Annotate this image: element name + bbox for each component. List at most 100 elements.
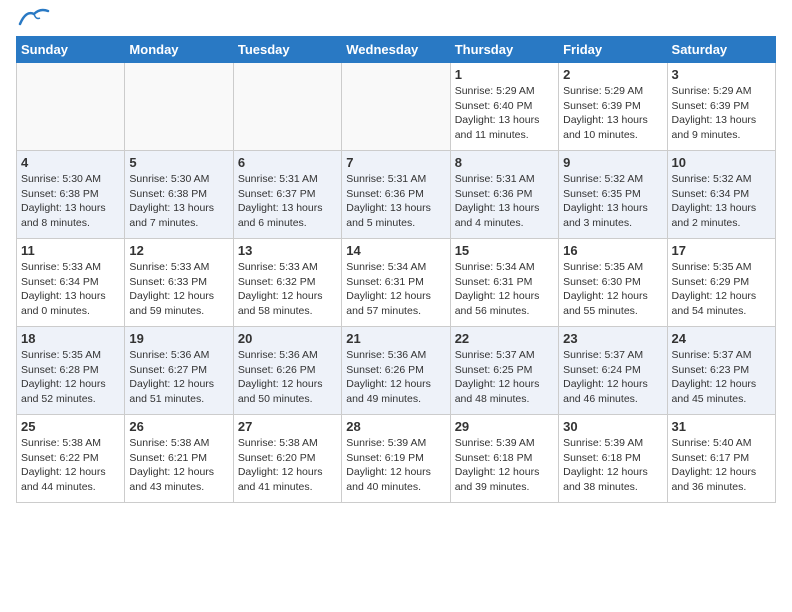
day-number: 9	[563, 155, 662, 170]
day-info: Sunrise: 5:37 AM Sunset: 6:25 PM Dayligh…	[455, 348, 554, 407]
day-info: Sunrise: 5:39 AM Sunset: 6:19 PM Dayligh…	[346, 436, 445, 495]
col-header-tuesday: Tuesday	[233, 37, 341, 63]
calendar-cell: 31 Sunrise: 5:40 AM Sunset: 6:17 PM Dayli…	[667, 415, 775, 503]
day-info: Sunrise: 5:39 AM Sunset: 6:18 PM Dayligh…	[563, 436, 662, 495]
day-number: 30	[563, 419, 662, 434]
day-info: Sunrise: 5:32 AM Sunset: 6:34 PM Dayligh…	[672, 172, 771, 231]
day-number: 21	[346, 331, 445, 346]
day-number: 28	[346, 419, 445, 434]
day-number: 11	[21, 243, 120, 258]
calendar-cell: 27 Sunrise: 5:38 AM Sunset: 6:20 PM Dayli…	[233, 415, 341, 503]
day-info: Sunrise: 5:29 AM Sunset: 6:39 PM Dayligh…	[563, 84, 662, 143]
day-number: 5	[129, 155, 228, 170]
calendar-cell: 4 Sunrise: 5:30 AM Sunset: 6:38 PM Daylig…	[17, 151, 125, 239]
calendar-cell: 28 Sunrise: 5:39 AM Sunset: 6:19 PM Dayli…	[342, 415, 450, 503]
day-number: 4	[21, 155, 120, 170]
day-info: Sunrise: 5:34 AM Sunset: 6:31 PM Dayligh…	[455, 260, 554, 319]
day-info: Sunrise: 5:31 AM Sunset: 6:37 PM Dayligh…	[238, 172, 337, 231]
calendar-week-row: 18 Sunrise: 5:35 AM Sunset: 6:28 PM Dayli…	[17, 327, 776, 415]
calendar-week-row: 4 Sunrise: 5:30 AM Sunset: 6:38 PM Daylig…	[17, 151, 776, 239]
day-number: 20	[238, 331, 337, 346]
day-info: Sunrise: 5:29 AM Sunset: 6:40 PM Dayligh…	[455, 84, 554, 143]
calendar-cell: 10 Sunrise: 5:32 AM Sunset: 6:34 PM Dayli…	[667, 151, 775, 239]
calendar-cell	[342, 63, 450, 151]
day-info: Sunrise: 5:38 AM Sunset: 6:20 PM Dayligh…	[238, 436, 337, 495]
day-number: 19	[129, 331, 228, 346]
day-number: 18	[21, 331, 120, 346]
col-header-sunday: Sunday	[17, 37, 125, 63]
day-number: 23	[563, 331, 662, 346]
calendar-week-row: 25 Sunrise: 5:38 AM Sunset: 6:22 PM Dayli…	[17, 415, 776, 503]
day-info: Sunrise: 5:30 AM Sunset: 6:38 PM Dayligh…	[21, 172, 120, 231]
day-info: Sunrise: 5:35 AM Sunset: 6:28 PM Dayligh…	[21, 348, 120, 407]
calendar-cell: 7Sunrise: 5:31 AM Sunset: 6:36 PM Daylig…	[342, 151, 450, 239]
day-number: 31	[672, 419, 771, 434]
day-number: 10	[672, 155, 771, 170]
calendar-cell: 30 Sunrise: 5:39 AM Sunset: 6:18 PM Dayli…	[559, 415, 667, 503]
calendar-cell: 14 Sunrise: 5:34 AM Sunset: 6:31 PM Dayli…	[342, 239, 450, 327]
calendar-cell: 9 Sunrise: 5:32 AM Sunset: 6:35 PM Daylig…	[559, 151, 667, 239]
calendar-cell: 6 Sunrise: 5:31 AM Sunset: 6:37 PM Daylig…	[233, 151, 341, 239]
calendar-cell: 24 Sunrise: 5:37 AM Sunset: 6:23 PM Dayli…	[667, 327, 775, 415]
calendar-body: 1 Sunrise: 5:29 AM Sunset: 6:40 PM Daylig…	[17, 63, 776, 503]
day-info: Sunrise: 5:31 AM Sunset: 6:36 PM Dayligh…	[455, 172, 554, 231]
day-info: Sunrise: 5:35 AM Sunset: 6:29 PM Dayligh…	[672, 260, 771, 319]
day-number: 6	[238, 155, 337, 170]
col-header-thursday: Thursday	[450, 37, 558, 63]
calendar-cell: 11Sunrise: 5:33 AM Sunset: 6:34 PM Dayli…	[17, 239, 125, 327]
calendar-cell: 13 Sunrise: 5:33 AM Sunset: 6:32 PM Dayli…	[233, 239, 341, 327]
day-info: Sunrise: 5:31 AM Sunset: 6:36 PM Dayligh…	[346, 172, 445, 231]
day-number: 24	[672, 331, 771, 346]
logo-bird-icon	[18, 6, 50, 28]
calendar-cell	[125, 63, 233, 151]
header	[16, 16, 776, 28]
day-info: Sunrise: 5:36 AM Sunset: 6:26 PM Dayligh…	[346, 348, 445, 407]
day-number: 27	[238, 419, 337, 434]
logo	[16, 16, 50, 28]
day-number: 15	[455, 243, 554, 258]
day-number: 14	[346, 243, 445, 258]
day-info: Sunrise: 5:30 AM Sunset: 6:38 PM Dayligh…	[129, 172, 228, 231]
day-number: 22	[455, 331, 554, 346]
day-info: Sunrise: 5:32 AM Sunset: 6:35 PM Dayligh…	[563, 172, 662, 231]
calendar-cell: 19 Sunrise: 5:36 AM Sunset: 6:27 PM Dayli…	[125, 327, 233, 415]
calendar-cell: 2 Sunrise: 5:29 AM Sunset: 6:39 PM Daylig…	[559, 63, 667, 151]
day-number: 29	[455, 419, 554, 434]
day-info: Sunrise: 5:39 AM Sunset: 6:18 PM Dayligh…	[455, 436, 554, 495]
calendar-cell: 17Sunrise: 5:35 AM Sunset: 6:29 PM Dayli…	[667, 239, 775, 327]
day-info: Sunrise: 5:34 AM Sunset: 6:31 PM Dayligh…	[346, 260, 445, 319]
calendar-cell: 12 Sunrise: 5:33 AM Sunset: 6:33 PM Dayli…	[125, 239, 233, 327]
col-header-saturday: Saturday	[667, 37, 775, 63]
calendar-cell	[17, 63, 125, 151]
day-info: Sunrise: 5:33 AM Sunset: 6:32 PM Dayligh…	[238, 260, 337, 319]
day-number: 25	[21, 419, 120, 434]
day-number: 26	[129, 419, 228, 434]
day-info: Sunrise: 5:38 AM Sunset: 6:22 PM Dayligh…	[21, 436, 120, 495]
day-info: Sunrise: 5:36 AM Sunset: 6:26 PM Dayligh…	[238, 348, 337, 407]
day-number: 2	[563, 67, 662, 82]
calendar-cell: 29 Sunrise: 5:39 AM Sunset: 6:18 PM Dayli…	[450, 415, 558, 503]
calendar-cell: 18 Sunrise: 5:35 AM Sunset: 6:28 PM Dayli…	[17, 327, 125, 415]
day-number: 1	[455, 67, 554, 82]
calendar-cell: 22 Sunrise: 5:37 AM Sunset: 6:25 PM Dayli…	[450, 327, 558, 415]
calendar-cell: 3Sunrise: 5:29 AM Sunset: 6:39 PM Daylig…	[667, 63, 775, 151]
col-header-friday: Friday	[559, 37, 667, 63]
day-info: Sunrise: 5:33 AM Sunset: 6:33 PM Dayligh…	[129, 260, 228, 319]
day-info: Sunrise: 5:37 AM Sunset: 6:24 PM Dayligh…	[563, 348, 662, 407]
calendar-cell: 15 Sunrise: 5:34 AM Sunset: 6:31 PM Dayli…	[450, 239, 558, 327]
day-info: Sunrise: 5:38 AM Sunset: 6:21 PM Dayligh…	[129, 436, 228, 495]
calendar-cell: 26 Sunrise: 5:38 AM Sunset: 6:21 PM Dayli…	[125, 415, 233, 503]
calendar-cell: 16Sunrise: 5:35 AM Sunset: 6:30 PM Dayli…	[559, 239, 667, 327]
col-header-wednesday: Wednesday	[342, 37, 450, 63]
day-number: 12	[129, 243, 228, 258]
calendar-cell: 1 Sunrise: 5:29 AM Sunset: 6:40 PM Daylig…	[450, 63, 558, 151]
calendar-cell: 8Sunrise: 5:31 AM Sunset: 6:36 PM Daylig…	[450, 151, 558, 239]
calendar-cell	[233, 63, 341, 151]
calendar-week-row: 1 Sunrise: 5:29 AM Sunset: 6:40 PM Daylig…	[17, 63, 776, 151]
calendar-cell: 21 Sunrise: 5:36 AM Sunset: 6:26 PM Dayli…	[342, 327, 450, 415]
day-info: Sunrise: 5:40 AM Sunset: 6:17 PM Dayligh…	[672, 436, 771, 495]
day-info: Sunrise: 5:37 AM Sunset: 6:23 PM Dayligh…	[672, 348, 771, 407]
day-info: Sunrise: 5:36 AM Sunset: 6:27 PM Dayligh…	[129, 348, 228, 407]
calendar-cell: 23 Sunrise: 5:37 AM Sunset: 6:24 PM Dayli…	[559, 327, 667, 415]
day-number: 13	[238, 243, 337, 258]
